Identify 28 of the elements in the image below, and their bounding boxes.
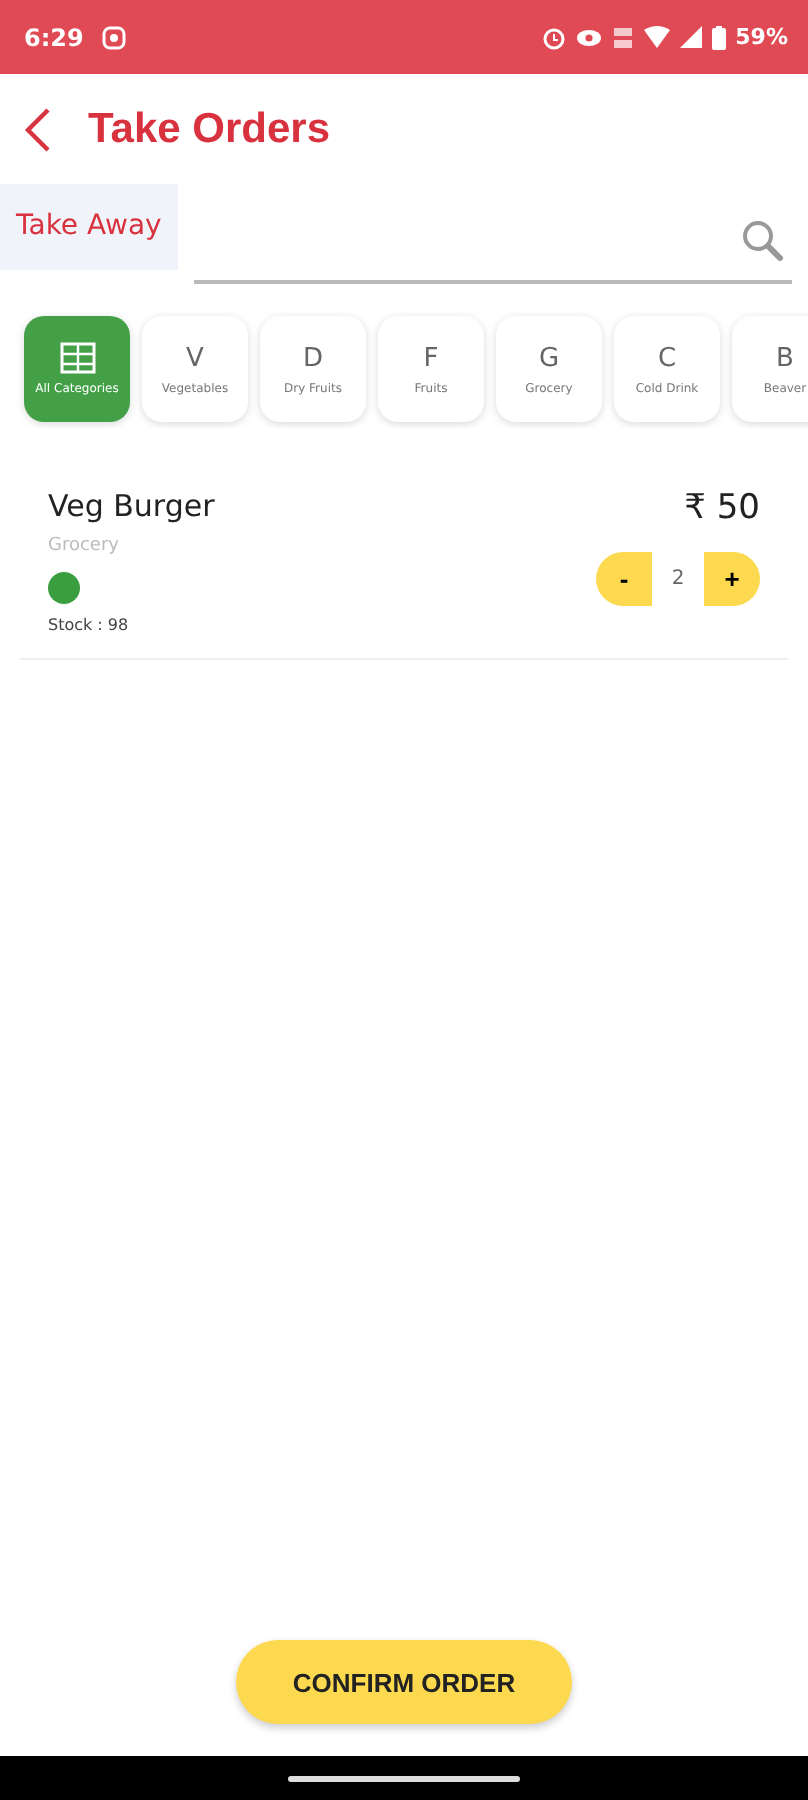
stock-count: Stock : 98: [48, 616, 129, 634]
order-type-tab[interactable]: Take Away: [0, 184, 178, 270]
category-initial: D: [302, 343, 323, 373]
confirm-order-button[interactable]: CONFIRM ORDER: [236, 1640, 572, 1724]
category-initial: G: [538, 343, 560, 373]
product-price: ₹ 50: [684, 488, 760, 528]
notification-icon: [101, 25, 126, 49]
alarm-icon: [541, 25, 566, 49]
status-time: 6:29: [24, 23, 84, 51]
battery-icon: [711, 25, 726, 49]
category-initial: C: [657, 343, 677, 373]
home-handle[interactable]: [288, 1775, 520, 1781]
cell-signal-icon: [679, 26, 702, 48]
product-name: Veg Burger: [48, 488, 215, 524]
increment-button[interactable]: +: [704, 552, 760, 606]
back-icon[interactable]: [24, 105, 52, 153]
search-icon[interactable]: [740, 218, 784, 262]
category-initial: F: [423, 343, 439, 373]
category-initial: B: [776, 343, 794, 373]
product-category: Grocery: [48, 536, 119, 556]
quantity-value: 2: [652, 552, 704, 606]
page-title: Take Orders: [88, 105, 331, 153]
battery-level: 59%: [735, 24, 788, 50]
wifi-icon: [643, 26, 670, 48]
category-initial: V: [186, 343, 204, 373]
grid-icon: [59, 342, 95, 374]
decrement-button[interactable]: -: [596, 552, 652, 606]
eye-icon: [575, 27, 602, 47]
